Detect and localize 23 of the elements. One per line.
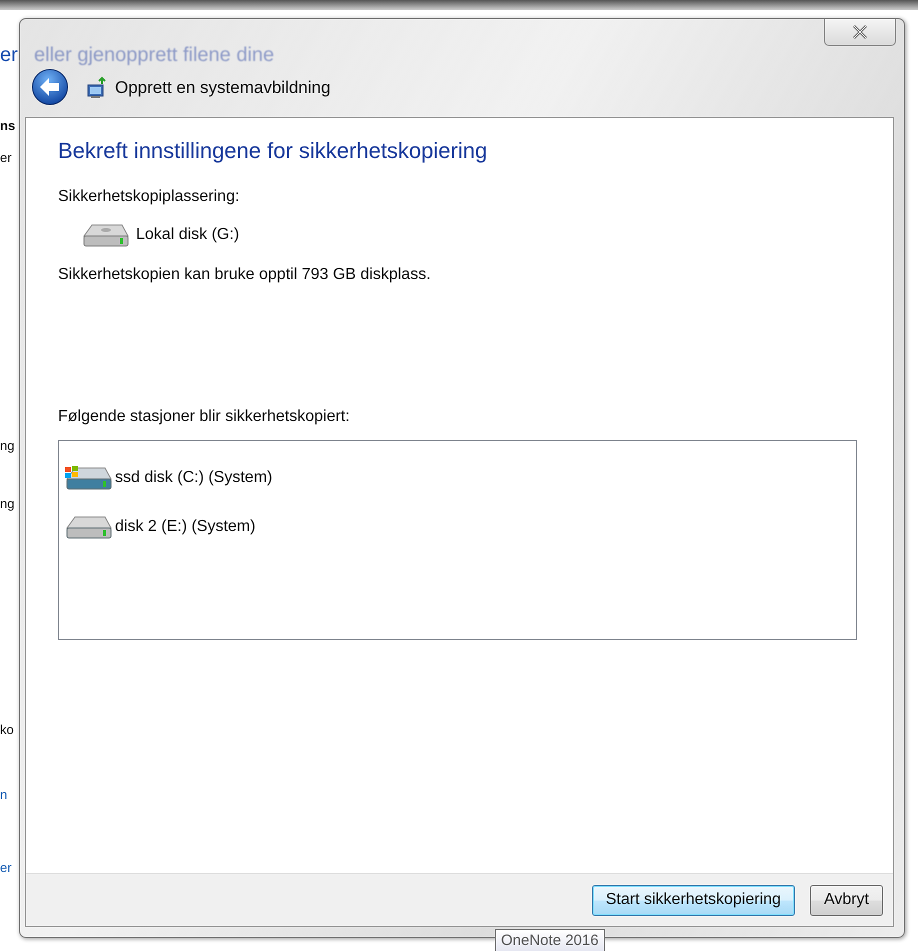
drive-name: disk 2 (E:) (System) [115, 518, 256, 536]
drive-name: ssd disk (C:) (System) [115, 468, 272, 486]
close-icon [850, 25, 870, 39]
location-label: Sikkerhetskopiplassering: [58, 188, 240, 206]
drives-label: Følgende stasjoner blir sikkerhetskopiert: [58, 408, 351, 426]
background-title: er [0, 44, 18, 67]
background-text: ng [0, 438, 14, 453]
start-backup-button[interactable]: Start sikkerhetskopiering [592, 884, 795, 916]
tooltip: OneNote 2016 [495, 929, 605, 951]
background-text: ng [0, 496, 14, 511]
background-text: ko [0, 722, 14, 737]
background-text: er [0, 150, 12, 165]
background-text: er [0, 860, 12, 875]
space-note: Sikkerhetskopien kan bruke opptil 793 GB diskplass. [58, 266, 432, 284]
dialog-title: Opprett en systemavbildning [115, 78, 330, 98]
background-text: ns [0, 118, 16, 133]
back-button[interactable] [31, 68, 71, 108]
backup-location: Lokal disk (G:) [136, 226, 240, 244]
background-title: eller gjenopprett filene dine [34, 44, 274, 67]
cancel-button[interactable]: Avbryt [810, 884, 883, 916]
page-heading: Bekreft innstillingene for sikkerhetskopiering [58, 138, 488, 164]
close-button[interactable] [824, 19, 896, 46]
background-text: n [0, 787, 8, 802]
